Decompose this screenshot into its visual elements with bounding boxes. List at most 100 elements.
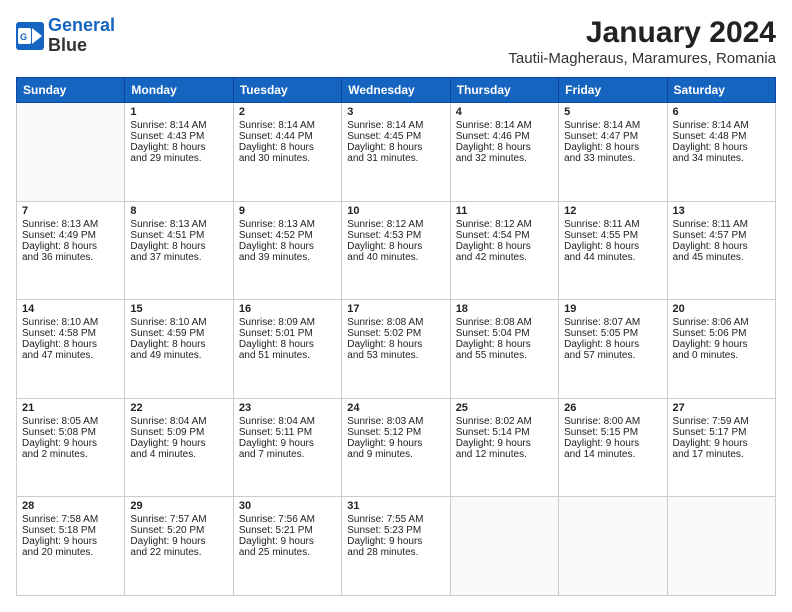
calendar: SundayMondayTuesdayWednesdayThursdayFrid… — [16, 77, 776, 596]
day-info-line: Daylight: 9 hours — [347, 438, 444, 449]
day-info-line: and 30 minutes. — [239, 153, 336, 164]
day-info-line: Daylight: 9 hours — [456, 438, 553, 449]
day-info-line: Daylight: 8 hours — [456, 142, 553, 153]
calendar-cell: 29Sunrise: 7:57 AMSunset: 5:20 PMDayligh… — [125, 497, 233, 596]
day-number: 17 — [347, 303, 444, 315]
day-info-line: Daylight: 8 hours — [22, 339, 119, 350]
day-info-line: Sunset: 4:54 PM — [456, 230, 553, 241]
day-number: 7 — [22, 205, 119, 217]
day-info-line: and 22 minutes. — [130, 547, 227, 558]
day-info-line: Daylight: 9 hours — [564, 438, 661, 449]
day-number: 25 — [456, 402, 553, 414]
day-info-line: Daylight: 9 hours — [239, 536, 336, 547]
day-info-line: Sunset: 5:04 PM — [456, 328, 553, 339]
day-info-line: Sunrise: 8:04 AM — [239, 416, 336, 427]
day-info-line: Sunrise: 8:02 AM — [456, 416, 553, 427]
day-info-line: Sunset: 4:53 PM — [347, 230, 444, 241]
day-info-line: Sunrise: 7:59 AM — [673, 416, 770, 427]
logo-text: GeneralBlue — [48, 16, 115, 56]
day-info-line: Sunrise: 8:08 AM — [347, 317, 444, 328]
day-info-line: Daylight: 8 hours — [347, 339, 444, 350]
day-info-line: Daylight: 8 hours — [239, 142, 336, 153]
day-info-line: and 4 minutes. — [130, 449, 227, 460]
day-info-line: Sunrise: 8:14 AM — [347, 120, 444, 131]
day-number: 10 — [347, 205, 444, 217]
day-info-line: Sunset: 5:23 PM — [347, 525, 444, 536]
logo: G GeneralBlue — [16, 16, 115, 56]
calendar-cell: 26Sunrise: 8:00 AMSunset: 5:15 PMDayligh… — [559, 398, 667, 497]
calendar-cell: 6Sunrise: 8:14 AMSunset: 4:48 PMDaylight… — [667, 103, 775, 202]
day-info-line: and 14 minutes. — [564, 449, 661, 460]
title-block: January 2024 Tautii-Magheraus, Maramures… — [508, 16, 776, 67]
day-info-line: and 39 minutes. — [239, 252, 336, 263]
day-number: 28 — [22, 500, 119, 512]
day-number: 11 — [456, 205, 553, 217]
day-number: 19 — [564, 303, 661, 315]
day-info-line: Daylight: 9 hours — [130, 438, 227, 449]
day-number: 5 — [564, 106, 661, 118]
calendar-cell: 4Sunrise: 8:14 AMSunset: 4:46 PMDaylight… — [450, 103, 558, 202]
calendar-cell: 11Sunrise: 8:12 AMSunset: 4:54 PMDayligh… — [450, 201, 558, 300]
day-info-line: Daylight: 9 hours — [347, 536, 444, 547]
day-info-line: Sunset: 4:48 PM — [673, 131, 770, 142]
day-info-line: Sunset: 5:05 PM — [564, 328, 661, 339]
day-number: 27 — [673, 402, 770, 414]
day-info-line: and 9 minutes. — [347, 449, 444, 460]
day-info-line: Sunrise: 8:06 AM — [673, 317, 770, 328]
day-number: 12 — [564, 205, 661, 217]
day-info-line: Sunrise: 8:05 AM — [22, 416, 119, 427]
day-info-line: and 2 minutes. — [22, 449, 119, 460]
day-number: 1 — [130, 106, 227, 118]
day-header-friday: Friday — [559, 78, 667, 103]
calendar-cell: 13Sunrise: 8:11 AMSunset: 4:57 PMDayligh… — [667, 201, 775, 300]
day-info-line: Sunset: 5:14 PM — [456, 427, 553, 438]
calendar-cell: 16Sunrise: 8:09 AMSunset: 5:01 PMDayligh… — [233, 300, 341, 399]
day-number: 26 — [564, 402, 661, 414]
day-info-line: and 28 minutes. — [347, 547, 444, 558]
day-info-line: Daylight: 9 hours — [673, 438, 770, 449]
day-header-sunday: Sunday — [17, 78, 125, 103]
day-info-line: Sunset: 5:17 PM — [673, 427, 770, 438]
day-info-line: Sunset: 5:08 PM — [22, 427, 119, 438]
calendar-cell: 5Sunrise: 8:14 AMSunset: 4:47 PMDaylight… — [559, 103, 667, 202]
day-info-line: and 29 minutes. — [130, 153, 227, 164]
day-info-line: Sunrise: 8:14 AM — [130, 120, 227, 131]
day-number: 31 — [347, 500, 444, 512]
day-info-line: Daylight: 8 hours — [130, 241, 227, 252]
month-year: January 2024 — [508, 16, 776, 50]
day-info-line: Sunrise: 8:04 AM — [130, 416, 227, 427]
day-info-line: Daylight: 8 hours — [456, 241, 553, 252]
day-info-line: and 7 minutes. — [239, 449, 336, 460]
day-info-line: Sunset: 5:02 PM — [347, 328, 444, 339]
day-info-line: and 12 minutes. — [456, 449, 553, 460]
day-info-line: Sunrise: 8:12 AM — [347, 219, 444, 230]
day-header-monday: Monday — [125, 78, 233, 103]
day-info-line: and 53 minutes. — [347, 350, 444, 361]
calendar-cell — [559, 497, 667, 596]
day-number: 15 — [130, 303, 227, 315]
calendar-week-row: 7Sunrise: 8:13 AMSunset: 4:49 PMDaylight… — [17, 201, 776, 300]
day-info-line: and 44 minutes. — [564, 252, 661, 263]
day-info-line: Sunset: 4:58 PM — [22, 328, 119, 339]
day-info-line: Sunrise: 8:11 AM — [673, 219, 770, 230]
day-info-line: Sunrise: 8:14 AM — [564, 120, 661, 131]
day-info-line: Sunset: 4:43 PM — [130, 131, 227, 142]
calendar-cell: 20Sunrise: 8:06 AMSunset: 5:06 PMDayligh… — [667, 300, 775, 399]
calendar-cell — [450, 497, 558, 596]
day-info-line: Daylight: 8 hours — [22, 241, 119, 252]
calendar-cell — [667, 497, 775, 596]
day-info-line: and 17 minutes. — [673, 449, 770, 460]
day-info-line: and 31 minutes. — [347, 153, 444, 164]
day-info-line: Daylight: 9 hours — [22, 438, 119, 449]
day-info-line: Sunset: 4:51 PM — [130, 230, 227, 241]
day-info-line: and 0 minutes. — [673, 350, 770, 361]
day-info-line: Sunset: 5:15 PM — [564, 427, 661, 438]
day-info-line: and 49 minutes. — [130, 350, 227, 361]
day-number: 30 — [239, 500, 336, 512]
day-info-line: and 36 minutes. — [22, 252, 119, 263]
calendar-body: 1Sunrise: 8:14 AMSunset: 4:43 PMDaylight… — [17, 103, 776, 596]
day-number: 29 — [130, 500, 227, 512]
day-info-line: Daylight: 9 hours — [239, 438, 336, 449]
day-info-line: Daylight: 9 hours — [130, 536, 227, 547]
logo-icon: G — [16, 22, 44, 50]
